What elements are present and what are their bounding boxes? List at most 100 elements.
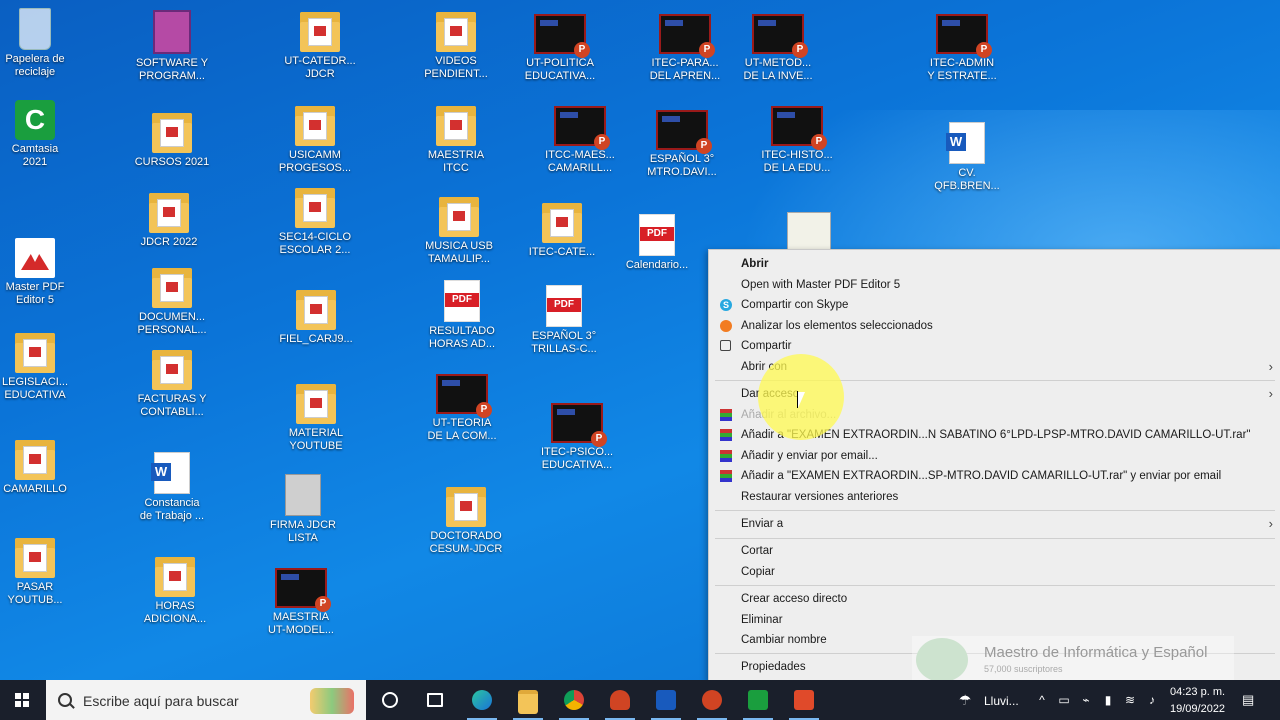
- menu-item-restore-versions[interactable]: Restaurar versiones anteriores: [709, 487, 1280, 507]
- menu-item-delete[interactable]: Eliminar: [709, 610, 1280, 630]
- desktop-icon-folder[interactable]: FACTURAS Y CONTABLI...: [132, 350, 212, 419]
- context-menu: Abrir Open with Master PDF Editor 5 S Co…: [708, 249, 1280, 682]
- desktop-icon-folder[interactable]: PASAR YOUTUB...: [0, 538, 75, 607]
- winrar-icon: [720, 450, 732, 462]
- desktop-icon-folder[interactable]: SEC14-CICLO ESCOLAR 2...: [275, 188, 355, 257]
- desktop-icon-label: ITEC-CATE...: [528, 246, 596, 258]
- clock-date[interactable]: 19/09/2022: [1170, 703, 1225, 715]
- cortana-button[interactable]: [367, 680, 413, 720]
- desktop-icon-powerpoint[interactable]: UT-TEORIA DE LA COM...: [422, 374, 502, 443]
- taskbar-app-onenote[interactable]: [597, 680, 643, 720]
- menu-item-add-and-email[interactable]: Añadir y enviar por email...: [709, 446, 1280, 466]
- taskbar-app-camtasia[interactable]: [735, 680, 781, 720]
- desktop-icon-label: Camtasia 2021: [11, 143, 59, 168]
- signature-image-icon: [285, 474, 321, 516]
- desktop-icon-folder[interactable]: CAMARILLO: [0, 440, 75, 496]
- desktop-icon-pdf[interactable]: RESULTADO HORAS AD...: [422, 280, 502, 351]
- desktop-icon-folder[interactable]: MATERIAL YOUTUBE: [276, 384, 356, 453]
- start-button[interactable]: [0, 680, 46, 720]
- desktop-icon-folder[interactable]: CURSOS 2021: [132, 113, 212, 169]
- desktop-icon-powerpoint[interactable]: ITEC-PSICO... EDUCATIVA...: [537, 403, 617, 472]
- desktop-icon-label: Constancia de Trabajo ...: [139, 497, 205, 522]
- notification-center-icon[interactable]: ▤: [1242, 693, 1254, 706]
- desktop-icon-powerpoint[interactable]: UT-METOD... DE LA INVE...: [738, 14, 818, 83]
- taskbar-app-edge[interactable]: [459, 680, 505, 720]
- desktop-icon-folder[interactable]: LEGISLACI... EDUCATIVA: [0, 333, 75, 402]
- desktop-icon-thumbnail[interactable]: [769, 212, 849, 253]
- powerpoint-file-icon: [551, 403, 607, 447]
- desktop-icon-folder[interactable]: DOCUMEN... PERSONAL...: [132, 268, 212, 337]
- menu-separator: [715, 585, 1275, 586]
- desktop-icon-label: UT-METOD... DE LA INVE...: [743, 57, 813, 82]
- desktop-icon-powerpoint[interactable]: ITEC-HISTO... DE LA EDU...: [757, 106, 837, 175]
- taskbar-app-file-explorer[interactable]: [505, 680, 551, 720]
- desktop-icon-pdf[interactable]: ESPAÑOL 3° TRILLAS-C...: [524, 285, 604, 356]
- desktop-icon-master-pdf[interactable]: Master PDF Editor 5: [0, 238, 75, 307]
- desktop-icon-powerpoint[interactable]: ITEC-ADMIN Y ESTRATE...: [922, 14, 1002, 83]
- desktop-icon-folder[interactable]: DOCTORADO CESUM-JDCR: [426, 487, 506, 556]
- desktop-icon-folder[interactable]: HORAS ADICIONA...: [135, 557, 215, 626]
- wifi-icon[interactable]: ≋: [1124, 694, 1136, 706]
- folder-icon: [152, 113, 192, 153]
- desktop-icon-powerpoint[interactable]: MAESTRIA UT-MODEL...: [261, 568, 341, 637]
- search-icon: [58, 693, 72, 707]
- clock-time[interactable]: 04:23 p. m.: [1170, 686, 1225, 698]
- menu-item-scan[interactable]: Analizar los elementos seleccionados: [709, 316, 1280, 336]
- weather-text[interactable]: Lluvi...: [984, 694, 1019, 708]
- chevron-up-icon[interactable]: ^: [1036, 694, 1048, 706]
- menu-item-label: Cortar: [741, 545, 773, 557]
- volume-icon[interactable]: ♪: [1146, 694, 1158, 706]
- desktop-icon-folder[interactable]: ITEC-CATE...: [522, 203, 602, 259]
- desktop-icon-folder[interactable]: JDCR 2022: [129, 193, 209, 249]
- menu-item-copy[interactable]: Copiar: [709, 562, 1280, 582]
- powerpoint-icon: [702, 690, 722, 710]
- taskbar-app-word[interactable]: [643, 680, 689, 720]
- onenote-icon: [610, 690, 630, 710]
- desktop-icon-folder[interactable]: UT-CATEDR... JDCR: [280, 12, 360, 81]
- desktop-icon-folder[interactable]: MUSICA USB TAMAULIP...: [419, 197, 499, 266]
- taskbar-app-chrome[interactable]: [551, 680, 597, 720]
- desktop-icon-powerpoint[interactable]: ESPAÑOL 3° MTRO.DAVI...: [642, 110, 722, 179]
- desktop-icon-label: ITEC-PSICO... EDUCATIVA...: [540, 446, 614, 471]
- folder-icon: [15, 538, 55, 578]
- meet-now-icon[interactable]: ▭: [1058, 694, 1070, 706]
- menu-item-create-shortcut[interactable]: Crear acceso directo: [709, 589, 1280, 609]
- powerpoint-file-icon: [659, 14, 715, 58]
- folder-icon: [436, 12, 476, 52]
- desktop-icon-folder[interactable]: USICAMM PROGESOS...: [275, 106, 355, 175]
- taskbar-app-camtasia-recorder[interactable]: [781, 680, 827, 720]
- desktop-icon-signature[interactable]: FIRMA JDCR LISTA: [263, 474, 343, 545]
- desktop-icon-folder[interactable]: FIEL_CARJ9...: [276, 290, 356, 346]
- task-view-button[interactable]: [412, 680, 458, 720]
- menu-item-open-with-master-pdf[interactable]: Open with Master PDF Editor 5: [709, 275, 1280, 295]
- menu-item-cut[interactable]: Cortar: [709, 541, 1280, 561]
- menu-item-share-skype[interactable]: S Compartir con Skype: [709, 295, 1280, 315]
- recycle-bin-icon: [19, 8, 51, 50]
- desktop-icon-powerpoint[interactable]: UT-POLITICA EDUCATIVA...: [520, 14, 600, 83]
- usb-icon[interactable]: ⌁: [1080, 694, 1092, 706]
- desktop-icon-powerpoint[interactable]: ITCC-MAES... CAMARILL...: [540, 106, 620, 175]
- desktop-icon-pdf[interactable]: Calendario...: [617, 214, 697, 272]
- taskbar-search[interactable]: Escribe aquí para buscar: [46, 680, 366, 720]
- desktop-icon-folder[interactable]: VIDEOS PENDIENT...: [416, 12, 496, 81]
- desktop-icon-word[interactable]: CV. QFB.BREN...: [927, 122, 1007, 193]
- menu-item-share[interactable]: Compartir: [709, 336, 1280, 356]
- taskbar-app-powerpoint[interactable]: [689, 680, 735, 720]
- desktop-icon-word[interactable]: Constancia de Trabajo ...: [132, 452, 212, 523]
- desktop-icon-label: ITEC-HISTO... DE LA EDU...: [761, 149, 833, 174]
- menu-item-open[interactable]: Abrir: [709, 254, 1280, 274]
- desktop-icon-folder[interactable]: MAESTRIA ITCC: [416, 106, 496, 175]
- desktop-icon-label: MAESTRIA UT-MODEL...: [267, 611, 334, 636]
- desktop-icon-label: FIEL_CARJ9...: [279, 333, 353, 345]
- desktop-icon-camtasia[interactable]: Camtasia 2021: [0, 100, 75, 169]
- desktop-icon-recycle-bin[interactable]: Papelera de reciclaje: [0, 8, 75, 79]
- folder-icon: [152, 350, 192, 390]
- desktop-icon-powerpoint[interactable]: ITEC-PARA... DEL APREN...: [645, 14, 725, 83]
- weather-rain-icon[interactable]: ☂: [956, 693, 974, 707]
- menu-item-add-to-rar-and-email[interactable]: Añadir a "EXAMEN EXTRAORDIN...SP-MTRO.DA…: [709, 466, 1280, 486]
- master-pdf-icon: [15, 238, 55, 278]
- folder-icon: [15, 440, 55, 480]
- battery-icon[interactable]: ▮: [1102, 694, 1114, 706]
- menu-item-send-to[interactable]: Enviar a ›: [709, 514, 1280, 534]
- desktop-icon-archive[interactable]: SOFTWARE Y PROGRAM...: [132, 10, 212, 83]
